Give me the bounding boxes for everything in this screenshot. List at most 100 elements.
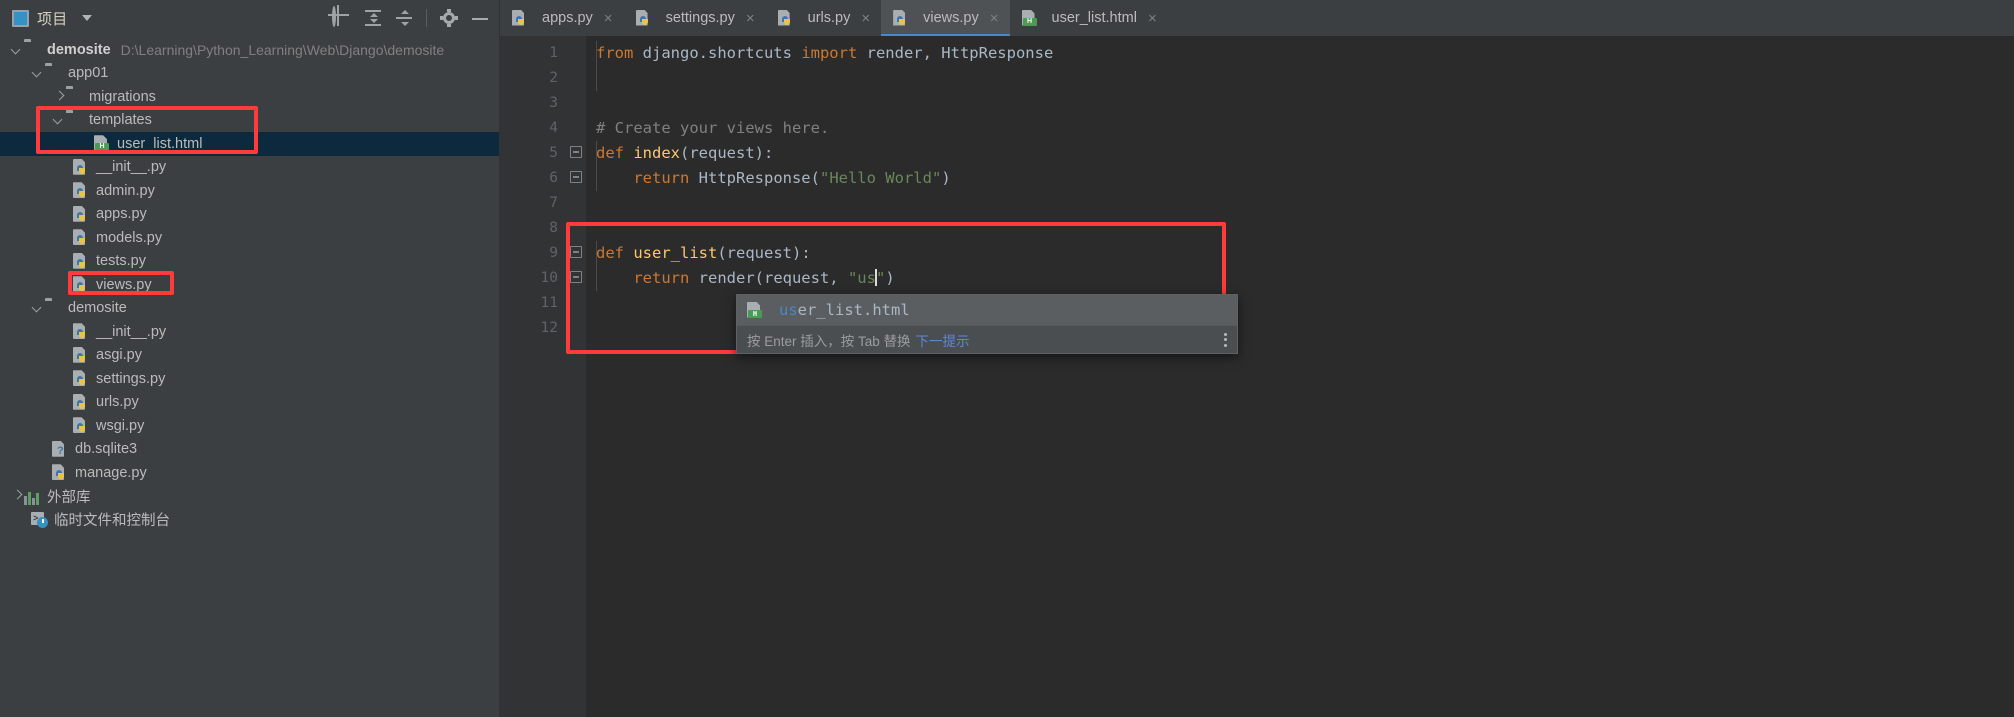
tree-item-urls-py[interactable]: urls.py [0, 391, 499, 415]
line-number: 8 [549, 220, 558, 236]
code-folding-gutter[interactable] [568, 36, 586, 717]
python-file-icon [52, 464, 69, 481]
tree-item-label: 临时文件和控制台 [54, 513, 170, 530]
tree-item-settings-py[interactable]: settings.py [0, 367, 499, 391]
tree-item-admin-py[interactable]: admin.py [0, 179, 499, 203]
next-tip-link[interactable]: 下一提示 [916, 330, 970, 350]
folder-icon [66, 112, 83, 129]
chevron-right-icon[interactable] [52, 90, 66, 104]
tree-item-migrations[interactable]: migrations [0, 85, 499, 109]
fold-line-index [568, 166, 586, 191]
chevron-down-icon[interactable] [81, 15, 92, 21]
locate-icon[interactable] [331, 6, 351, 28]
tree-item-models-py[interactable]: models.py [0, 226, 499, 250]
gear-icon[interactable] [440, 9, 458, 27]
close-icon[interactable]: × [1148, 10, 1157, 27]
tab-label: urls.py [807, 10, 851, 26]
tree-item-demosite-init[interactable]: __init__.py [0, 320, 499, 344]
python-file-icon [635, 9, 653, 27]
completion-hint-text: 按 Enter 插入，按 Tab 替换 [747, 333, 911, 349]
python-file-icon [73, 229, 90, 246]
close-icon[interactable]: × [604, 10, 613, 27]
tab-user-list-html[interactable]: H user_list.html × [1010, 0, 1168, 36]
database-file-icon: ? [52, 440, 69, 458]
code-text[interactable]: from django.shortcuts import render, Htt… [586, 36, 2014, 717]
collapse-all-icon[interactable] [395, 9, 413, 27]
code-line-1: from django.shortcuts import render, Htt… [586, 41, 2014, 66]
tab-bar-filler [1167, 0, 2014, 36]
close-icon[interactable]: × [990, 10, 999, 27]
tab-views-py[interactable]: views.py × [881, 0, 1010, 36]
line-number: 10 [540, 270, 558, 286]
html-file-icon: H [94, 135, 111, 152]
tree-item-external-libraries[interactable]: 外部库 [0, 485, 499, 509]
toolbar-divider [426, 9, 427, 27]
tree-item-user-list-html[interactable]: H user_list.html [0, 132, 499, 156]
tree-item-scratches-and-consoles[interactable]: >_ 临时文件和控制台 [0, 508, 499, 532]
project-path: D:\Learning\Python_Learning\Web\Django\d… [120, 41, 445, 58]
folder-module-icon [66, 88, 83, 105]
tree-item-label: app01 [68, 65, 109, 82]
tree-item-demosite-package[interactable]: demosite [0, 297, 499, 321]
completion-remaining-text: er_list.html [797, 301, 910, 319]
project-panel-title: 项目 [37, 10, 68, 28]
console-icon: >_ [31, 511, 48, 528]
token-params: (request): [680, 144, 774, 162]
code-completion-popup[interactable]: H user_list.html 按 Enter 插入，按 Tab 替换 下一提… [736, 294, 1238, 354]
tab-apps-py[interactable]: apps.py × [500, 0, 624, 36]
close-icon[interactable]: × [746, 10, 755, 27]
tab-urls-py[interactable]: urls.py × [766, 0, 881, 36]
chevron-down-icon[interactable] [31, 301, 45, 315]
chevron-down-icon[interactable] [31, 66, 45, 80]
token-string-partial: "us [847, 269, 876, 287]
tree-item-app01[interactable]: app01 [0, 62, 499, 86]
line-number: 1 [549, 45, 558, 61]
tree-item-manage-py[interactable]: manage.py [0, 461, 499, 485]
token-call-httpresponse: HttpResponse( [689, 169, 820, 187]
tree-item-views-py[interactable]: views.py [0, 273, 499, 297]
chevron-down-icon[interactable] [52, 113, 66, 127]
tree-item-label: db.sqlite3 [75, 441, 138, 458]
python-file-icon [73, 393, 90, 411]
fold-marker-index[interactable] [568, 141, 586, 166]
python-file-icon [73, 370, 90, 387]
code-editor[interactable]: 1 2 3 4 5 6 7 8 9 10 11 12 from django.s… [500, 36, 2014, 717]
token-keyword-import: import [801, 44, 858, 62]
tree-item-label: tests.py [96, 253, 146, 270]
tree-item-apps-py[interactable]: apps.py [0, 203, 499, 227]
minimize-icon[interactable] [471, 9, 489, 27]
tree-item-label: manage.py [75, 464, 147, 481]
tree-item-asgi-py[interactable]: asgi.py [0, 344, 499, 368]
code-line-5: def index(request): [586, 141, 2014, 166]
token-string-quote-close: " [875, 269, 886, 287]
tree-item-templates[interactable]: templates [0, 109, 499, 133]
kebab-menu-icon[interactable] [1214, 332, 1227, 347]
tree-item-tests-py[interactable]: tests.py [0, 250, 499, 274]
chevron-right-icon[interactable] [10, 489, 24, 503]
expand-all-icon[interactable] [364, 9, 382, 27]
tree-item-label: __init__.py [96, 323, 167, 340]
token-string-hello-world: "Hello World" [819, 169, 942, 187]
fold-marker-user-list[interactable] [568, 241, 586, 266]
tree-item-wsgi-py[interactable]: wsgi.py [0, 414, 499, 438]
code-line-6: return HttpResponse("Hello World") [586, 166, 2014, 191]
python-file-icon [777, 9, 795, 27]
tree-item-db-sqlite3[interactable]: ? db.sqlite3 [0, 438, 499, 462]
token-paren-close: ) [941, 169, 951, 187]
tree-item-demosite-root[interactable]: demosite D:\Learning\Python_Learning\Web… [0, 38, 499, 62]
folder-module-icon [45, 300, 62, 317]
tab-label: user_list.html [1051, 10, 1137, 26]
completion-item-user-list-html[interactable]: H user_list.html [737, 295, 1237, 325]
tree-item-app01-init[interactable]: __init__.py [0, 156, 499, 180]
pycharm-window: 项目 demosite D:\Learning\Python_Learning\… [0, 0, 2014, 717]
chevron-down-icon[interactable] [10, 43, 24, 57]
completion-matched-prefix: us [779, 301, 798, 319]
html-file-icon: H [1021, 9, 1039, 27]
close-icon[interactable]: × [861, 10, 870, 27]
tree-item-label: models.py [96, 229, 163, 246]
tab-settings-py[interactable]: settings.py × [624, 0, 766, 36]
project-panel: 项目 demosite D:\Learning\Python_Learning\… [0, 0, 500, 717]
